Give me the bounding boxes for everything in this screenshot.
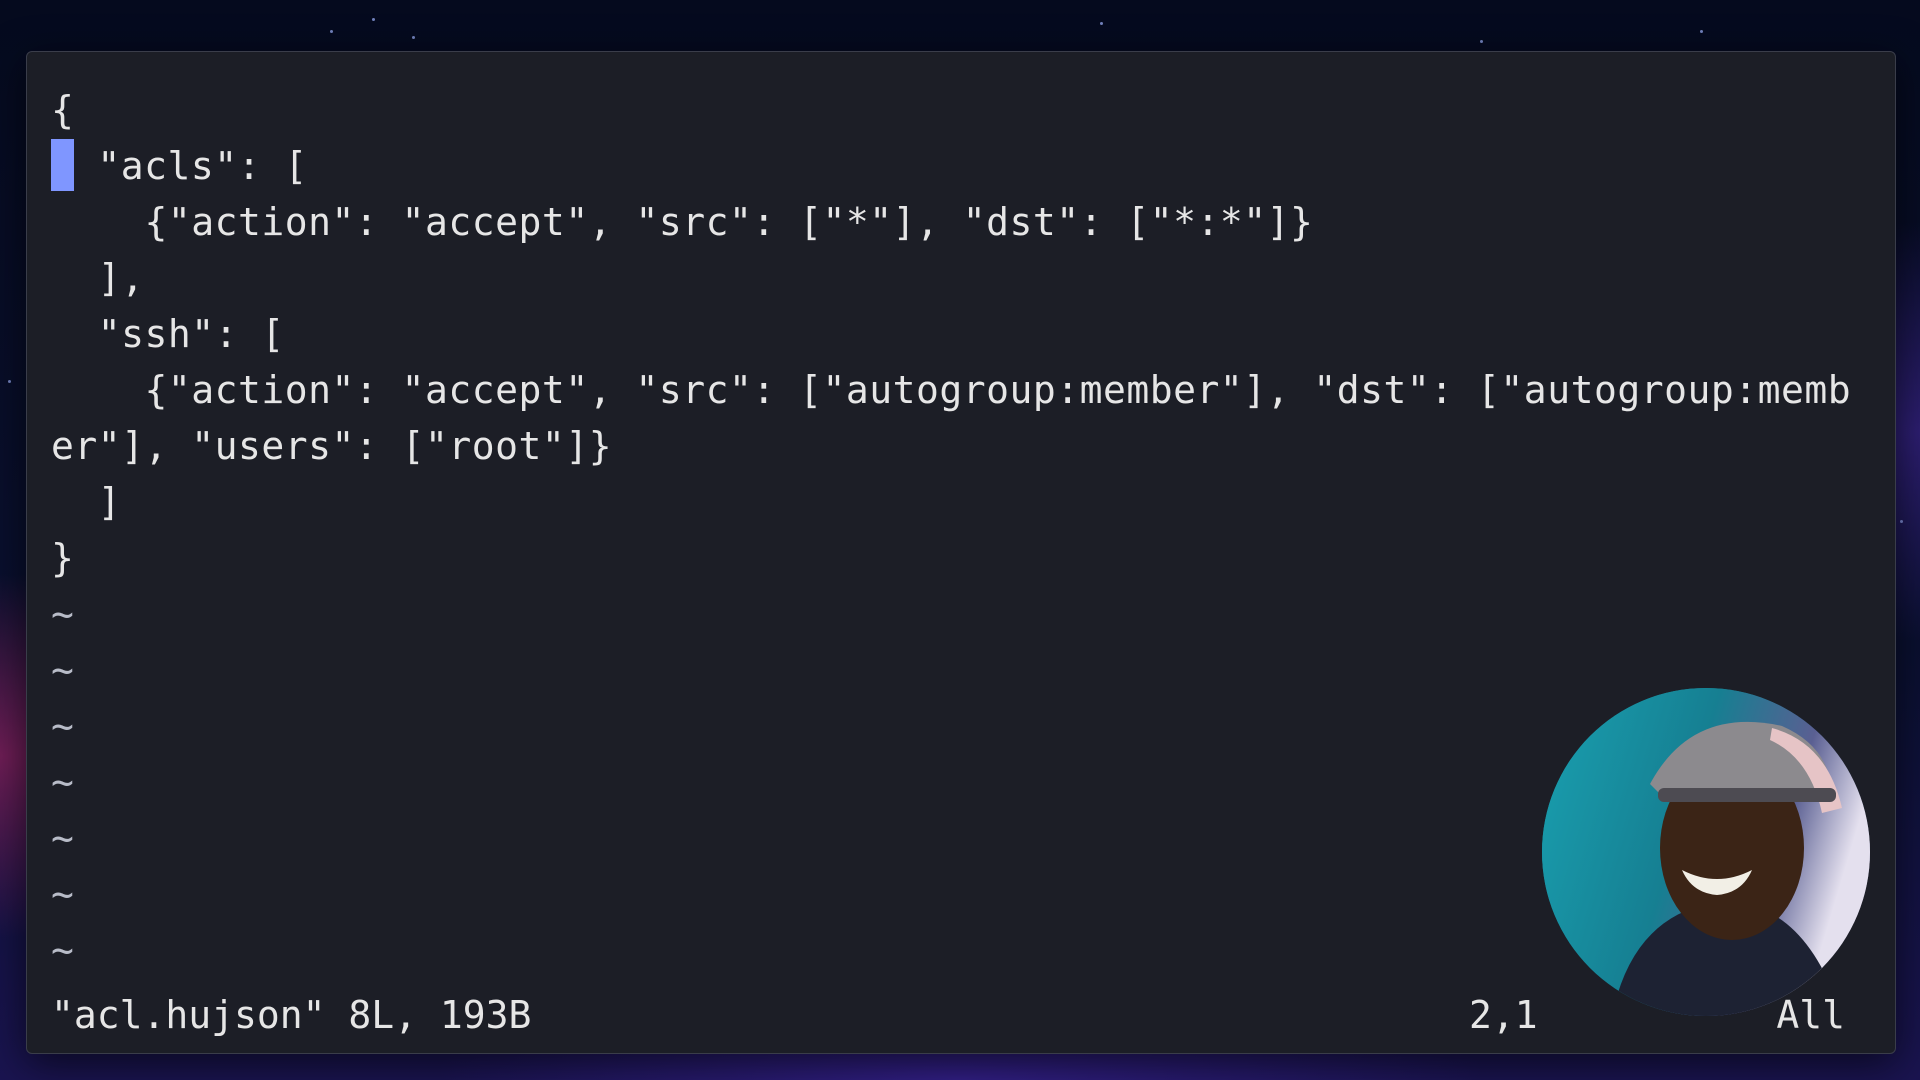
scroll-indicator: All [1776, 993, 1845, 1037]
presenter-video-icon [1542, 688, 1870, 1016]
code-line-2: "acls": [ [51, 138, 1871, 194]
code-line-6-wrapped: er"], "users": ["root"]} [51, 424, 613, 468]
cursor-position: 2,1 [1469, 993, 1538, 1037]
code-line-5: "ssh": [ [51, 312, 285, 356]
file-info: "acl.hujson" 8L, 193B [51, 993, 532, 1037]
code-line-7: ] [51, 480, 122, 524]
code-line-1: { [51, 88, 75, 132]
code-line-6: {"action": "accept", "src": ["autogroup:… [51, 368, 1852, 412]
text-cursor [51, 139, 74, 191]
code-line-2-text: "acls": [ [74, 144, 308, 188]
empty-line-marker: ~ [51, 592, 75, 636]
code-line-3: {"action": "accept", "src": ["*"], "dst"… [51, 200, 1314, 244]
webcam-overlay [1542, 688, 1870, 1016]
vim-status-line: "acl.hujson" 8L, 193B 2,1 All [51, 987, 1845, 1043]
code-line-8: } [51, 536, 75, 580]
code-line-4: ], [51, 256, 145, 300]
empty-line-marker: ~ [51, 648, 75, 692]
